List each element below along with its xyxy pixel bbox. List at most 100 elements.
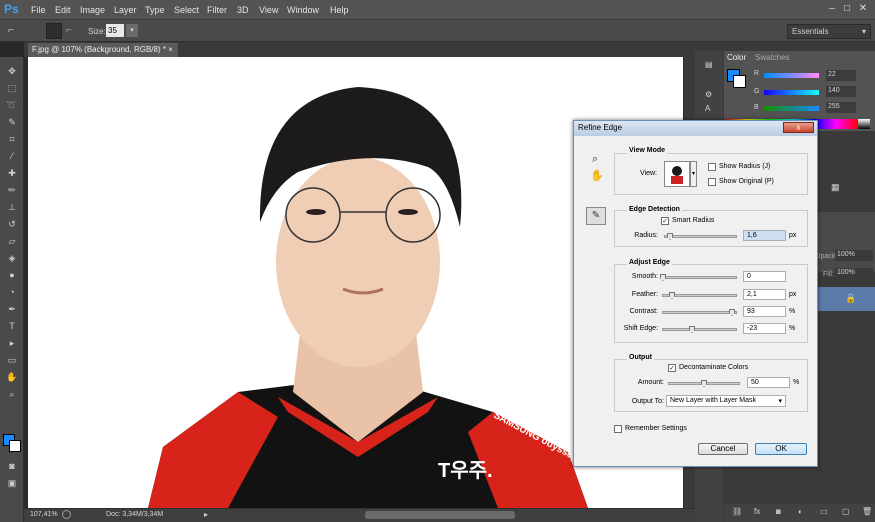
new-layer-icon[interactable]: ▢	[842, 507, 850, 516]
move-tool-icon[interactable]: ✥	[5, 65, 19, 78]
smooth-slider-track[interactable]	[662, 276, 737, 279]
quick-mask-icon[interactable]: ◙	[5, 460, 19, 473]
fx-icon[interactable]: fx	[754, 507, 760, 516]
new-group-icon[interactable]: ▭	[820, 507, 828, 516]
left-eye	[306, 209, 326, 215]
brush-alt-icon[interactable]: ⌐	[66, 25, 72, 36]
decontaminate-checkbox[interactable]: ✓	[668, 364, 676, 372]
b-value[interactable]: 255	[826, 102, 856, 113]
zoom-icon[interactable]: ⌕	[592, 153, 598, 166]
paint-bucket-icon[interactable]: ◈	[5, 252, 19, 265]
smooth-field[interactable]: 0	[743, 271, 786, 282]
trash-icon[interactable]: 🗑	[862, 507, 872, 516]
menu-window[interactable]: Window	[287, 5, 319, 15]
properties-panel-icon[interactable]: ⚙	[705, 90, 712, 99]
show-radius-checkbox[interactable]	[708, 163, 716, 171]
zoom-tool-icon[interactable]: ⌕	[5, 388, 19, 401]
brush-tool-icon[interactable]: ✏	[5, 184, 19, 197]
size-field[interactable]: 35	[106, 24, 124, 37]
output-to-value: New Layer with Layer Mask	[670, 397, 756, 404]
eraser-tool-icon[interactable]: ▱	[5, 235, 19, 248]
shift-edge-field[interactable]: -23	[743, 323, 786, 334]
character-panel-icon[interactable]: A	[705, 104, 710, 113]
maximize-icon[interactable]: □	[841, 3, 853, 15]
output-to-select[interactable]: New Layer with Layer Mask ▾	[666, 395, 786, 407]
path-select-icon[interactable]: ▸	[5, 337, 19, 350]
b-slider[interactable]	[764, 106, 819, 111]
add-mask-icon[interactable]: ◙	[776, 507, 781, 516]
view-dropdown-icon[interactable]: ▾	[690, 161, 697, 187]
pen-tool-icon[interactable]: ✒	[5, 303, 19, 316]
r-value[interactable]: 22	[826, 70, 856, 81]
document-tab[interactable]: F.jpg @ 107% (Background, RGB/8) * ×	[28, 43, 178, 57]
stamp-tool-icon[interactable]: ⊥	[5, 201, 19, 214]
horizontal-scrollbar[interactable]	[365, 511, 515, 519]
dodge-tool-icon[interactable]: ◔	[5, 286, 19, 299]
contrast-field[interactable]: 93	[743, 306, 786, 317]
chevron-down-icon: ▾	[778, 398, 782, 405]
g-slider[interactable]	[764, 90, 819, 95]
status-info-icon[interactable]	[62, 510, 71, 519]
opacity-field[interactable]: 100%	[835, 250, 873, 261]
refine-radius-tool-icon[interactable]: ✎	[586, 207, 606, 225]
fill-field[interactable]: 100%	[835, 268, 873, 279]
show-original-checkbox[interactable]	[708, 178, 716, 186]
menu-edit[interactable]: Edit	[55, 5, 71, 15]
marquee-tool-icon[interactable]: ⬚	[5, 82, 19, 95]
history-panel-icon[interactable]: ▤	[705, 60, 713, 69]
g-value[interactable]: 140	[826, 86, 856, 97]
workspace-select[interactable]: Essentials ▾	[787, 24, 871, 39]
contrast-slider-track[interactable]	[662, 311, 737, 314]
cancel-button[interactable]: Cancel	[698, 443, 748, 455]
quick-select-tool-icon[interactable]: ✎	[5, 116, 19, 129]
background-color-swatch[interactable]	[9, 440, 21, 452]
brush-tool-icon[interactable]: ⌐	[8, 25, 14, 36]
grayscale-ramp[interactable]	[858, 119, 870, 129]
hand-tool-icon[interactable]: ✋	[5, 371, 19, 384]
brush-preset-icon[interactable]	[46, 23, 62, 39]
adjustment-layer-icon[interactable]: ◐	[798, 507, 803, 516]
background-color-chip[interactable]	[733, 75, 746, 88]
menu-3d[interactable]: 3D	[237, 5, 249, 15]
minimize-icon[interactable]: –	[826, 3, 838, 15]
blur-tool-icon[interactable]: ●	[5, 269, 19, 282]
healing-tool-icon[interactable]: ✚	[5, 167, 19, 180]
lasso-tool-icon[interactable]: ➰	[5, 99, 19, 112]
link-layers-icon[interactable]: ⛓	[732, 507, 742, 516]
remember-settings-checkbox[interactable]	[614, 425, 622, 433]
menu-image[interactable]: Image	[80, 5, 105, 15]
feather-field[interactable]: 2,1	[743, 289, 786, 300]
status-arrow-icon[interactable]: ▸	[204, 510, 208, 519]
smart-radius-checkbox[interactable]: ✓	[661, 217, 669, 225]
size-dropdown-icon[interactable]: ▾	[126, 24, 138, 37]
dialog-close-button[interactable]: x	[783, 122, 814, 133]
menu-filter[interactable]: Filter	[207, 5, 227, 15]
menu-view[interactable]: View	[259, 5, 278, 15]
type-tool-icon[interactable]: T	[5, 320, 19, 333]
close-window-icon[interactable]: ✕	[857, 3, 869, 15]
menu-select[interactable]: Select	[174, 5, 199, 15]
tab-color[interactable]: Color	[724, 52, 750, 63]
hand-icon[interactable]: ✋	[590, 169, 604, 182]
menu-help[interactable]: Help	[330, 5, 349, 15]
menu-layer[interactable]: Layer	[114, 5, 137, 15]
close-tab-icon[interactable]: ×	[168, 45, 173, 54]
menu-type[interactable]: Type	[145, 5, 165, 15]
view-thumbnail[interactable]	[664, 161, 690, 187]
radius-slider-track[interactable]	[664, 235, 737, 238]
crop-tool-icon[interactable]: ⌗	[5, 133, 19, 146]
history-brush-icon[interactable]: ↺	[5, 218, 19, 231]
zoom-level[interactable]: 107,41%	[30, 511, 58, 518]
shape-tool-icon[interactable]: ▭	[5, 354, 19, 367]
radius-field[interactable]: 1,6	[743, 230, 786, 241]
view-label: View:	[640, 170, 657, 177]
eyedropper-tool-icon[interactable]: ⁄	[5, 150, 19, 163]
tab-swatches[interactable]: Swatches	[752, 52, 793, 63]
r-slider[interactable]	[764, 73, 819, 78]
amount-field[interactable]: 50	[747, 377, 790, 388]
shift-edge-slider-track[interactable]	[662, 328, 737, 331]
ok-button[interactable]: OK	[755, 443, 807, 455]
adjustments-icon[interactable]: ▦	[831, 182, 840, 193]
screen-mode-icon[interactable]: ▣	[5, 477, 19, 490]
menu-file[interactable]: File	[31, 5, 46, 15]
